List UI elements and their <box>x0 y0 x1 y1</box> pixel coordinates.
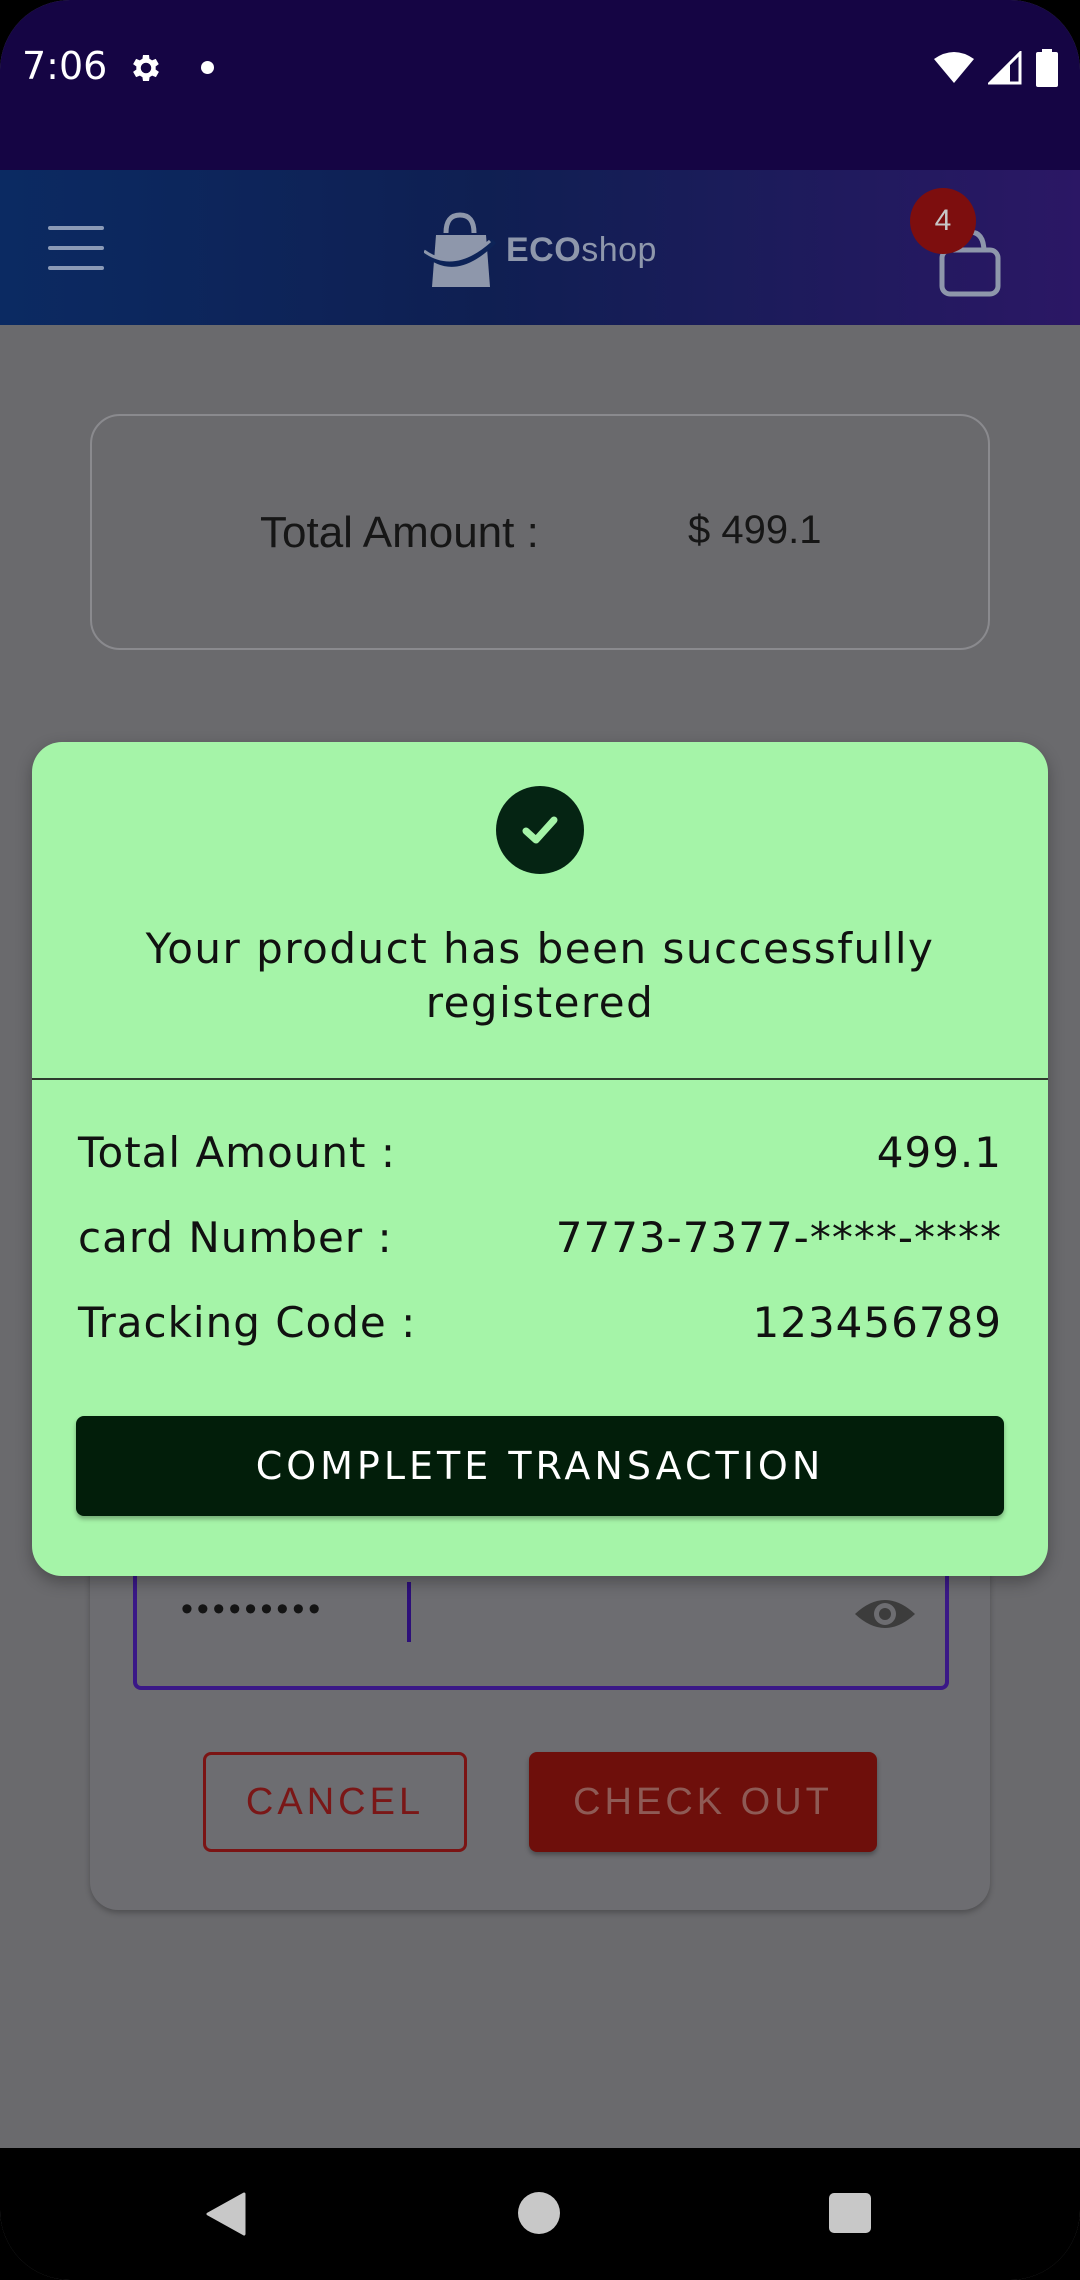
home-icon[interactable] <box>518 2192 560 2234</box>
row-value: 499.1 <box>876 1128 1002 1177</box>
total-amount-label: Total Amount : <box>260 508 539 557</box>
cart-count-badge: 4 <box>910 188 976 254</box>
password-value: ••••••••• <box>181 1590 325 1628</box>
gear-icon <box>133 54 159 82</box>
row-label: card Number : <box>78 1213 393 1262</box>
battery-icon <box>1036 49 1058 87</box>
total-amount-value: $ 499.1 <box>688 508 822 552</box>
app-bar: ECOshop 4 <box>0 170 1080 325</box>
row-label: Total Amount : <box>78 1128 396 1177</box>
cancel-button[interactable]: CANCEL <box>203 1752 467 1852</box>
row-label: Tracking Code : <box>78 1298 417 1347</box>
complete-transaction-button[interactable]: COMPLETE TRANSACTION <box>76 1416 1004 1516</box>
logo: ECOshop <box>424 210 657 290</box>
eye-icon[interactable] <box>853 1592 917 1636</box>
navigation-bar <box>0 2148 1080 2280</box>
shopping-bag-logo-icon <box>424 212 496 287</box>
logo-text: ECOshop <box>506 230 657 269</box>
notification-dot-icon <box>201 61 214 74</box>
success-message: Your product has been successfully regis… <box>145 924 935 1027</box>
back-icon[interactable] <box>206 2192 246 2236</box>
total-amount-row: Total Amount : 499.1 <box>78 1128 1002 1188</box>
tracking-code-row: Tracking Code : 123456789 <box>78 1298 1002 1358</box>
divider <box>32 1078 1048 1080</box>
menu-icon[interactable] <box>48 226 104 270</box>
check-out-button[interactable]: CHECK OUT <box>529 1752 877 1852</box>
total-amount-card: Total Amount : $ 499.1 <box>90 414 990 650</box>
status-bar: 7:06 <box>0 0 1080 170</box>
row-value: 7773-7377-****-**** <box>555 1213 1002 1262</box>
check-circle-icon <box>496 786 584 874</box>
recent-apps-icon[interactable] <box>829 2193 871 2233</box>
status-icons <box>934 48 1058 88</box>
row-value: 123456789 <box>752 1298 1002 1347</box>
status-time: 7:06 <box>22 44 108 88</box>
wifi-icon <box>934 52 974 83</box>
screen: 7:06 ECOshop 4 Total Amount: $ 499.1 ••… <box>0 0 1080 2280</box>
password-field[interactable]: ••••••••• <box>133 1570 949 1690</box>
signal-icon <box>988 51 1022 85</box>
success-dialog: Your product has been successfully regis… <box>32 742 1048 1576</box>
card-number-row: card Number : 7773-7377-****-**** <box>78 1213 1002 1273</box>
text-caret <box>407 1582 411 1642</box>
